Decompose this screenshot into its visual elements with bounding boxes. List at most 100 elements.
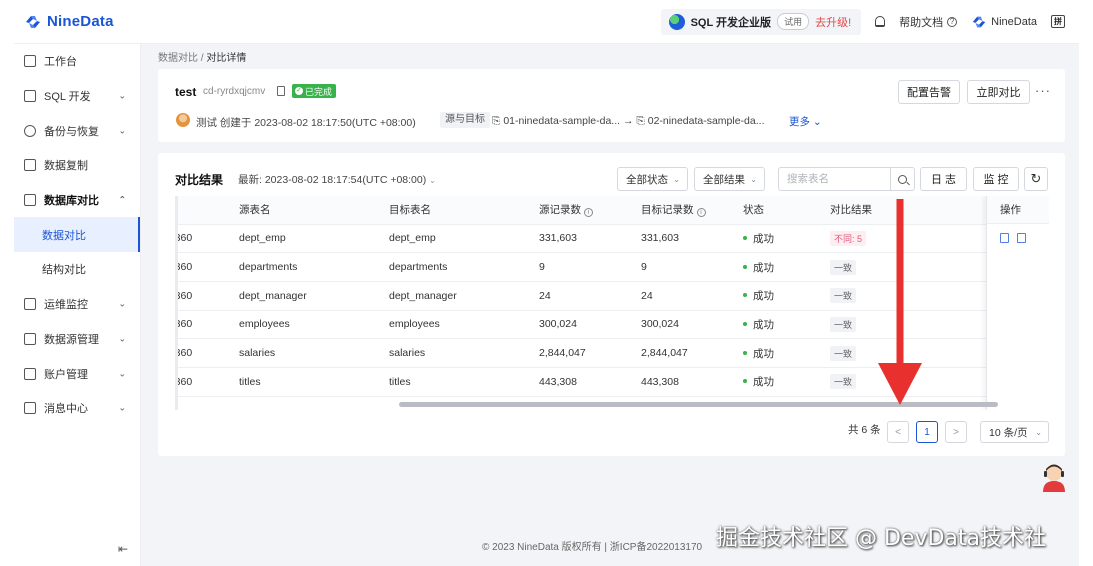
brand-name: NineData bbox=[47, 13, 114, 30]
sidebar-item-label: 数据库对比 bbox=[44, 195, 99, 208]
check-icon: ✓ bbox=[295, 87, 303, 95]
collapse-sidebar-icon[interactable]: ⇤ bbox=[118, 542, 128, 556]
target-count-cell: 300,024 bbox=[641, 310, 743, 340]
home-icon bbox=[24, 55, 36, 68]
info-icon[interactable]: i bbox=[696, 208, 706, 218]
success-dot-icon bbox=[743, 379, 747, 384]
column-header: 操作 bbox=[987, 196, 1049, 224]
latest-run-label: 最新: 2023-08-02 18:17:54(UTC +08:00) bbox=[238, 174, 427, 186]
sidebar-item-backup[interactable]: 备份与恢复 ⌄ bbox=[14, 113, 140, 148]
message-icon bbox=[24, 402, 36, 415]
red-arrow-annotation bbox=[878, 199, 922, 405]
target-table-cell: salaries bbox=[389, 338, 539, 368]
upgrade-link[interactable]: 去升级! bbox=[815, 14, 851, 30]
edition-switcher[interactable]: SQL 开发企业版 试用 去升级! bbox=[660, 8, 862, 35]
row-prefix: _3360 bbox=[175, 338, 239, 368]
prev-page-button[interactable]: < bbox=[887, 421, 909, 443]
search-button[interactable] bbox=[890, 168, 914, 190]
help-docs-label: 帮助文档 bbox=[899, 16, 944, 29]
brand-logo[interactable]: NineData bbox=[24, 13, 114, 31]
chevron-down-icon: ⌄ bbox=[118, 402, 126, 413]
config-alert-button[interactable]: 配置告警 bbox=[898, 80, 960, 104]
sidebar-item-replication[interactable]: 数据复制 bbox=[14, 148, 140, 183]
help-docs-link[interactable]: 帮助文档 ? bbox=[899, 14, 958, 30]
sidebar-item-ops-monitor[interactable]: 运维监控 ⌄ bbox=[14, 287, 140, 322]
status-label: 成功 bbox=[753, 290, 774, 303]
monitor-button[interactable]: 监 控 bbox=[973, 167, 1019, 191]
status-label: 成功 bbox=[753, 376, 774, 389]
source-target-tag: 源与目标 bbox=[440, 112, 490, 128]
bell-icon bbox=[875, 16, 886, 27]
target-count-cell: 331,603 bbox=[641, 224, 743, 254]
notification-button[interactable] bbox=[875, 16, 886, 27]
row-prefix: _3360 bbox=[175, 224, 239, 254]
repair-sql-icon[interactable] bbox=[1017, 233, 1026, 244]
status-label: 成功 bbox=[753, 232, 774, 245]
column-header: 目标表名 bbox=[389, 196, 539, 225]
target-datasource[interactable]: 02-ninedata-sample-da... bbox=[648, 115, 765, 127]
customer-service-icon[interactable] bbox=[1040, 462, 1068, 492]
breadcrumb-current: 对比详情 bbox=[206, 53, 247, 64]
footer-copyright: © 2023 NineData 版权所有 | 浙ICP备2022013170 bbox=[482, 542, 703, 553]
same-badge: 一致 bbox=[830, 345, 857, 361]
breadcrumb-parent[interactable]: 数据对比 bbox=[158, 53, 198, 64]
chevron-down-icon: ⌄ bbox=[118, 368, 126, 379]
page-size-select[interactable]: 10 条/页 ⌄ bbox=[980, 421, 1049, 443]
sidebar-item-structure-compare[interactable]: 结构对比 bbox=[14, 252, 140, 287]
sidebar-item-datasource[interactable]: 数据源管理 ⌄ bbox=[14, 322, 140, 357]
page-1-button[interactable]: 1 bbox=[916, 421, 938, 443]
status-cell: 成功 bbox=[743, 367, 830, 397]
chevron-down-icon: ⌄ bbox=[673, 174, 680, 184]
top-bar: NineData SQL 开发企业版 试用 去升级! 帮助文档 ? NineDa… bbox=[14, 0, 1079, 44]
row-prefix: _3360 bbox=[175, 252, 239, 282]
status-cell: 成功 bbox=[743, 281, 830, 311]
log-button[interactable]: 日 志 bbox=[920, 167, 967, 191]
source-count-cell: 300,024 bbox=[539, 310, 641, 340]
next-page-button[interactable]: > bbox=[945, 421, 967, 443]
result-filter-select[interactable]: 全部结果 ⌄ bbox=[694, 167, 765, 191]
status-filter-select[interactable]: 全部状态 ⌄ bbox=[617, 167, 688, 191]
target-table-cell: employees bbox=[389, 310, 539, 340]
sidebar-item-workbench[interactable]: 工作台 bbox=[14, 44, 140, 79]
compare-now-button[interactable]: 立即对比 bbox=[967, 80, 1030, 104]
task-name: test bbox=[175, 85, 197, 99]
compare-icon bbox=[24, 194, 36, 207]
column-header bbox=[175, 196, 239, 225]
target-table-cell: titles bbox=[389, 367, 539, 397]
source-table-cell: employees bbox=[239, 310, 389, 340]
same-badge: 一致 bbox=[830, 259, 857, 275]
user-avatar bbox=[176, 113, 190, 127]
sidebar-item-label: SQL 开发 bbox=[44, 91, 91, 104]
more-link[interactable]: 更多 ⌄ bbox=[789, 114, 822, 129]
source-target-path: ⎘ 01-ninedata-sample-da... → ⎘ 02-nineda… bbox=[492, 115, 765, 128]
column-header: 目标记录数 i bbox=[641, 196, 743, 225]
sidebar-item-db-compare[interactable]: 数据库对比 ⌃ bbox=[14, 183, 140, 218]
account-menu[interactable]: NineData bbox=[971, 14, 1037, 30]
column-header-label: 目标记录数 bbox=[641, 204, 694, 217]
datasource-icon bbox=[24, 332, 36, 345]
refresh-icon[interactable]: ↻ bbox=[1024, 167, 1048, 191]
diff-badge[interactable]: 不同: 5 bbox=[830, 230, 867, 246]
breadcrumb: 数据对比 / 对比详情 bbox=[158, 49, 246, 64]
row-actions bbox=[987, 224, 1049, 253]
latest-run-select[interactable]: 最新: 2023-08-02 18:17:54(UTC +08:00) ⌄ bbox=[238, 172, 436, 187]
copy-icon[interactable] bbox=[277, 86, 285, 96]
chevron-down-icon: ⌄ bbox=[118, 125, 126, 136]
sidebar-item-label: 账户管理 bbox=[44, 368, 88, 381]
source-table-cell: salaries bbox=[239, 338, 389, 368]
total-count: 共 6 条 bbox=[848, 424, 881, 436]
view-diff-icon[interactable] bbox=[1000, 233, 1009, 244]
more-link-label: 更多 bbox=[789, 116, 810, 128]
search-input[interactable] bbox=[779, 173, 887, 185]
source-count-cell: 9 bbox=[539, 252, 641, 282]
language-switch-icon[interactable]: 拼 bbox=[1051, 15, 1065, 28]
page-size-value: 10 条/页 bbox=[989, 426, 1028, 439]
info-icon[interactable]: i bbox=[584, 208, 593, 218]
sidebar-item-sql-dev[interactable]: SQL 开发 ⌄ bbox=[14, 79, 140, 114]
sidebar-item-account[interactable]: 账户管理 ⌄ bbox=[14, 356, 140, 391]
trial-badge: 试用 bbox=[777, 13, 810, 30]
more-actions-icon[interactable]: ··· bbox=[1035, 83, 1051, 98]
sidebar-item-data-compare[interactable]: 数据对比 bbox=[14, 217, 140, 253]
source-datasource[interactable]: 01-ninedata-sample-da... bbox=[503, 115, 620, 127]
sidebar-item-messages[interactable]: 消息中心 ⌄ bbox=[14, 391, 140, 426]
